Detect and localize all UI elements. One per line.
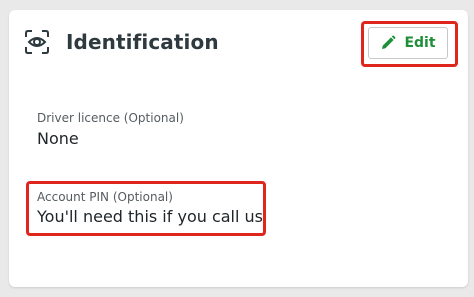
account-pin-label: Account PIN (Optional) bbox=[37, 190, 173, 204]
section-title: Identification bbox=[66, 30, 219, 54]
driver-licence-value: None bbox=[37, 129, 79, 148]
pencil-icon bbox=[382, 35, 396, 49]
eye-scan-icon bbox=[25, 30, 49, 54]
edit-button[interactable]: Edit bbox=[368, 27, 448, 59]
account-pin-value: You'll need this if you call us bbox=[37, 207, 264, 226]
driver-licence-label: Driver licence (Optional) bbox=[37, 111, 184, 125]
edit-button-label: Edit bbox=[404, 35, 436, 51]
